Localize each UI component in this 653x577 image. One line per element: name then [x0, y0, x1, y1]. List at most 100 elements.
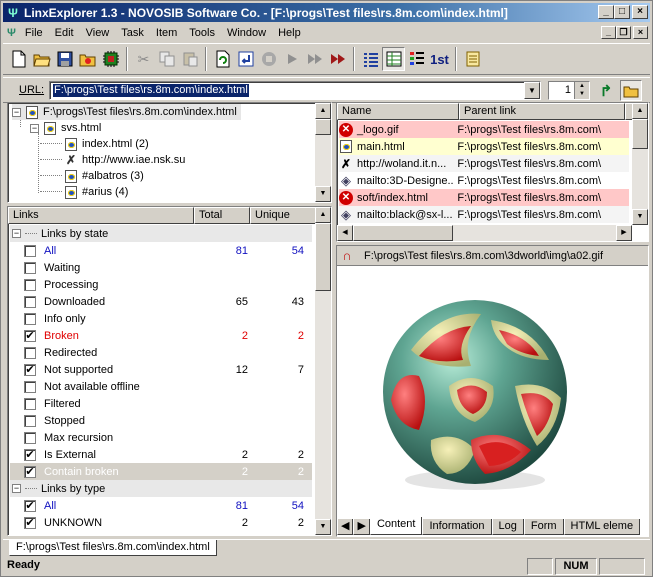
menu-tools[interactable]: Tools — [183, 27, 221, 39]
enter-icon[interactable] — [234, 47, 257, 71]
url-dropdown-icon[interactable]: ▼ — [524, 82, 540, 99]
mdi-minimize-button[interactable]: _ — [601, 26, 616, 39]
links-row[interactable]: Waiting — [10, 259, 312, 276]
scroll-thumb[interactable] — [353, 225, 453, 241]
checkbox[interactable] — [24, 397, 36, 410]
links-row[interactable]: Downloaded 65 43 — [10, 293, 312, 310]
tab-scroll-right-icon[interactable]: ▶ — [353, 519, 370, 535]
links-row[interactable]: Info only — [10, 310, 312, 327]
scroll-up-icon[interactable]: ▲ — [632, 103, 648, 119]
scroll-up-icon[interactable]: ▲ — [315, 103, 331, 119]
notes-icon[interactable] — [461, 47, 484, 71]
color-list-icon[interactable] — [405, 47, 428, 71]
links-row[interactable]: Max recursion — [10, 429, 312, 446]
url-input[interactable]: F:\progs\Test files\rs.8m.com\index.html… — [49, 81, 541, 100]
links-row[interactable]: ✔ Not supported 12 7 — [10, 361, 312, 378]
links-row[interactable]: ✔ Is External 2 2 — [10, 446, 312, 463]
menu-item[interactable]: Item — [150, 27, 183, 39]
scroll-thumb[interactable] — [315, 119, 331, 135]
cut-icon[interactable]: ✂ — [132, 47, 155, 71]
chip-icon[interactable] — [99, 47, 122, 71]
play-icon[interactable] — [280, 47, 303, 71]
document-icon[interactable]: Ψ — [3, 27, 19, 39]
checkbox[interactable] — [24, 278, 36, 291]
scroll-down-icon[interactable]: ▼ — [632, 209, 648, 225]
document-tab[interactable]: F:\progs\Test files\rs.8m.com\index.html — [9, 540, 217, 556]
links-group-row[interactable]: − Links by type — [10, 480, 312, 497]
tab-scroll-left-icon[interactable]: ◀ — [337, 519, 354, 535]
depth-spinner[interactable]: 1 ▲ ▼ — [548, 81, 590, 100]
open-folder-icon[interactable] — [30, 47, 53, 71]
links-row[interactable]: ✔ Contain broken 2 2 — [10, 463, 312, 480]
tree-item-arius[interactable]: #arius (4) — [64, 184, 128, 200]
column-total[interactable]: Total — [194, 207, 250, 224]
scroll-down-icon[interactable]: ▼ — [315, 186, 331, 202]
file-row[interactable]: ✕ _logo.gif F:\progs\Test files\rs.8m.com\ — [339, 121, 629, 138]
scroll-right-icon[interactable]: ▶ — [616, 225, 632, 241]
title-bar[interactable]: Ψ LinxExplorer 1.3 - NOVOSIB Software Co… — [3, 3, 650, 22]
file-row[interactable]: main.html F:\progs\Test files\rs.8m.com\ — [339, 138, 629, 155]
links-row[interactable]: ✔ All 81 54 — [10, 497, 312, 514]
checkbox[interactable] — [24, 431, 36, 444]
tab-form[interactable]: Form — [523, 519, 564, 535]
list-view-icon[interactable] — [359, 47, 382, 71]
tab-content[interactable]: Content — [369, 517, 423, 535]
column-unique[interactable]: Unique — [250, 207, 316, 224]
file-row[interactable]: ✕ soft/index.html F:\progs\Test files\rs.8… — [339, 189, 629, 206]
checkbox[interactable]: ✔ — [24, 363, 36, 376]
links-row[interactable]: ✔ UNKNOWN 2 2 — [10, 514, 312, 531]
links-row[interactable]: Filtered — [10, 395, 312, 412]
mdi-close-button[interactable]: × — [633, 26, 648, 39]
checkbox[interactable]: ✔ — [24, 499, 36, 512]
column-links[interactable]: Links — [8, 207, 194, 224]
files-hscrollbar[interactable]: ◀ ▶ — [337, 225, 632, 241]
menu-window[interactable]: Window — [221, 27, 272, 39]
tree-item-index[interactable]: index.html (2) — [64, 136, 149, 152]
copy-icon[interactable] — [155, 47, 178, 71]
file-row[interactable]: ◈ mailto:black@sx-l... F:\progs\Test files… — [339, 206, 629, 223]
tab-information[interactable]: Information — [422, 519, 492, 535]
menu-task[interactable]: Task — [115, 27, 150, 39]
tree-scrollbar[interactable]: ▲ ▼ — [315, 103, 331, 202]
spinner-arrows-icon[interactable]: ▲ ▼ — [574, 82, 589, 99]
tree-item-svs[interactable]: − svs.html — [30, 120, 101, 136]
menu-edit[interactable]: Edit — [49, 27, 80, 39]
checkbox[interactable]: ✔ — [24, 516, 36, 529]
scroll-thumb[interactable] — [315, 223, 331, 291]
collapse-toggle-icon[interactable]: − — [12, 484, 21, 493]
scroll-thumb[interactable] — [632, 119, 648, 149]
mdi-restore-button[interactable]: ❐ — [616, 26, 631, 39]
files-vscrollbar[interactable]: ▲ ▼ — [632, 103, 648, 225]
fast-forward-icon[interactable] — [303, 47, 326, 71]
links-row[interactable]: ✔ Broken 2 2 — [10, 327, 312, 344]
collapse-toggle-icon[interactable]: − — [30, 123, 39, 133]
links-group-row[interactable]: − Links by state — [10, 225, 312, 242]
stop-icon[interactable] — [257, 47, 280, 71]
save-icon[interactable] — [53, 47, 76, 71]
tab-log[interactable]: Log — [491, 519, 524, 535]
grid-view-icon[interactable] — [382, 47, 405, 71]
first-icon[interactable]: 1st — [428, 47, 451, 71]
checkbox[interactable] — [24, 346, 36, 359]
menu-view[interactable]: View — [80, 27, 116, 39]
checkbox[interactable] — [24, 261, 36, 274]
browse-folder-icon[interactable] — [620, 80, 642, 101]
file-row[interactable]: ◈ mailto:3D-Designe... F:\progs\Test files… — [339, 172, 629, 189]
paste-icon[interactable] — [178, 47, 201, 71]
fast-forward-red-icon[interactable] — [326, 47, 349, 71]
checkbox[interactable] — [24, 244, 36, 257]
checkbox[interactable]: ✔ — [24, 448, 36, 461]
maximize-button[interactable]: □ — [614, 5, 630, 19]
folder-star-icon[interactable] — [76, 47, 99, 71]
checkbox[interactable] — [24, 312, 36, 325]
links-row[interactable]: Processing — [10, 276, 312, 293]
file-row[interactable]: ✗ http://woland.it.n... F:\progs\Test file… — [339, 155, 629, 172]
collapse-toggle-icon[interactable]: − — [12, 107, 21, 117]
refresh-icon[interactable] — [211, 47, 234, 71]
minimize-button[interactable]: _ — [598, 5, 614, 19]
tab-html-elements[interactable]: HTML eleme — [563, 519, 641, 535]
tree-item-albatros[interactable]: #albatros (3) — [64, 168, 144, 184]
tree-item-root[interactable]: − F:\progs\Test files\rs.8m.com\index.ht… — [12, 104, 241, 120]
scroll-left-icon[interactable]: ◀ — [337, 225, 353, 241]
menu-file[interactable]: File — [19, 27, 49, 39]
